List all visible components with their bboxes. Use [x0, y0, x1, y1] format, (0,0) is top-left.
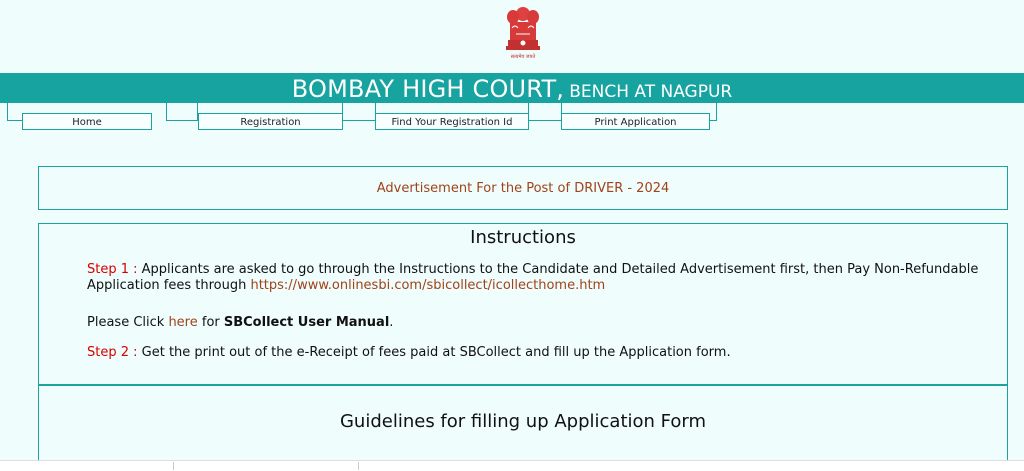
step-2-text: Get the print out of the e-Receipt of fe…: [137, 345, 731, 360]
guidelines-heading: Guidelines for filling up Application Fo…: [339, 411, 706, 432]
nav-home-button[interactable]: Home: [22, 113, 152, 130]
divider: [173, 462, 174, 470]
step-1-paragraph: Step 1 : Applicants are asked to go thro…: [87, 262, 997, 294]
step-2-paragraph: Step 2 : Get the print out of the e-Rece…: [87, 345, 997, 361]
site-subtitle: BENCH AT NAGPUR: [569, 82, 733, 102]
nav-print-application-button[interactable]: Print Application: [561, 113, 710, 130]
step-2-label: Step 2 :: [87, 345, 138, 360]
divider: [358, 462, 359, 470]
nav-registration-button[interactable]: Registration: [198, 113, 343, 130]
instructions-heading: Instructions: [470, 227, 576, 248]
advertisement-title: Advertisement For the Post of DRIVER - 2…: [376, 181, 670, 196]
nav-find-registration-id-button[interactable]: Find Your Registration Id: [375, 113, 529, 130]
state-emblem-logo: सत्यमेव जयते: [500, 4, 546, 66]
nav-bracket: [342, 103, 376, 121]
nav-bracket: [709, 103, 717, 121]
guidelines-panel: Guidelines for filling up Application Fo…: [38, 385, 1008, 470]
site-title: BOMBAY HIGH COURT,: [291, 75, 565, 103]
sbi-collect-link[interactable]: https://www.onlinesbi.com/sbicollect/ico…: [250, 278, 605, 293]
manual-paragraph: Please Click here for SBCollect User Man…: [87, 315, 997, 331]
instructions-panel: Instructions Step 1 : Applicants are ask…: [38, 223, 1008, 385]
bottom-strip: [0, 460, 1024, 471]
manual-prefix: Please Click: [87, 315, 169, 330]
nav-bracket: [166, 103, 198, 121]
manual-here-link[interactable]: here: [168, 315, 197, 330]
manual-middle: for: [197, 315, 224, 330]
manual-bold-text: SBCollect User Manual: [223, 315, 390, 330]
advertisement-panel: Advertisement For the Post of DRIVER - 2…: [38, 166, 1008, 210]
emblem-caption: सत्यमेव जयते: [510, 54, 536, 60]
nav-bracket: [528, 103, 562, 121]
manual-suffix: .: [389, 315, 394, 330]
site-banner: BOMBAY HIGH COURT, BENCH AT NAGPUR: [0, 73, 1024, 103]
step-1-label: Step 1 :: [87, 262, 138, 277]
